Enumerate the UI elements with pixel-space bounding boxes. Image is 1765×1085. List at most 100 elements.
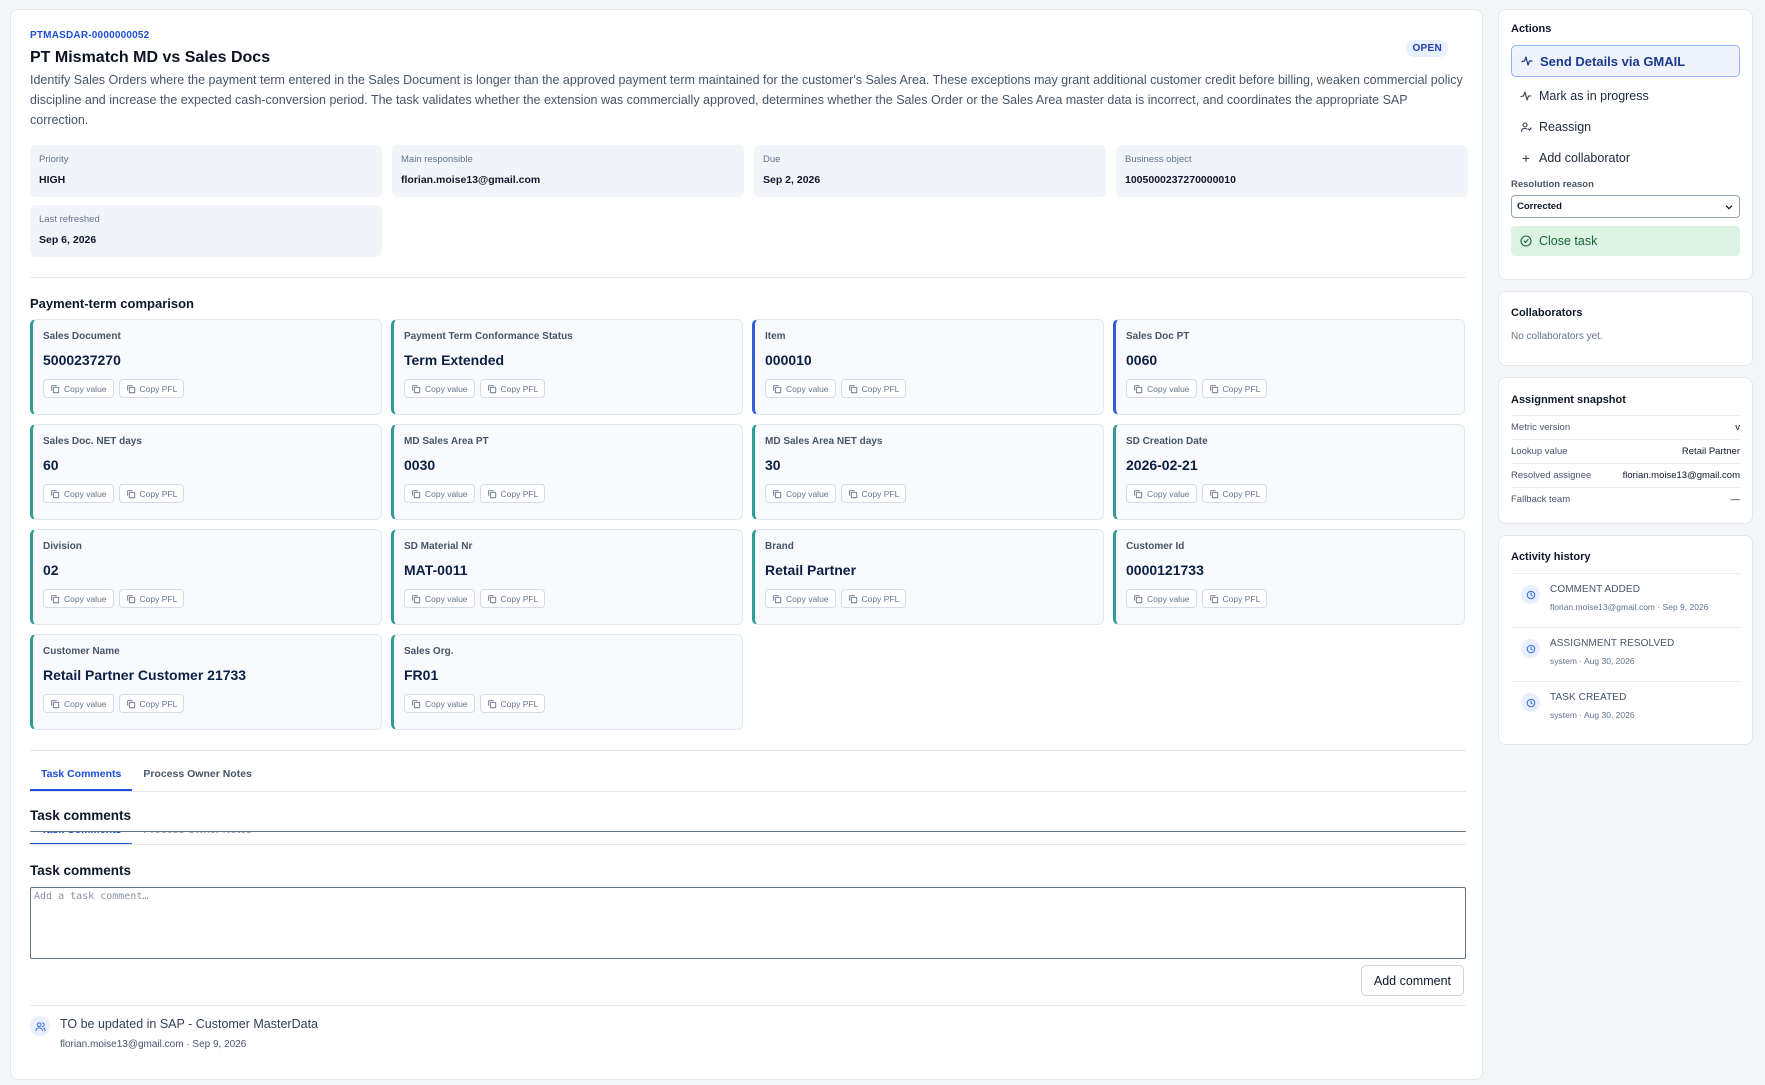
copy-pfl-label: Copy PFL — [1222, 593, 1261, 604]
copy-pfl-label: Copy PFL — [500, 593, 539, 604]
task-description: Identify Sales Orders where the payment … — [30, 73, 1463, 127]
tab-task-comments[interactable]: Task Comments — [30, 832, 133, 844]
comparison-card: Customer Name Retail Partner Customer 217… — [30, 634, 382, 730]
copy-icon — [50, 489, 60, 499]
task-id: PTMASDAR-0000000052 — [30, 30, 150, 41]
tab-process-owner-notes[interactable]: Process Owner Notes — [132, 832, 263, 844]
copy-pfl-label: Copy PFL — [861, 488, 900, 499]
copy-icon — [1133, 594, 1143, 604]
field-label: MD Sales Area NET days — [765, 436, 883, 447]
close-task-button[interactable]: Close task — [1511, 226, 1740, 256]
copy-pfl-label: Copy PFL — [500, 383, 539, 394]
add-comment-button[interactable]: Add comment — [1360, 965, 1464, 996]
copy-value-label: Copy value — [786, 488, 829, 499]
add-collaborator-button[interactable]: + Add collaborator — [1511, 142, 1740, 173]
users-icon — [30, 1016, 50, 1036]
copy-pfl-button[interactable]: Copy PFL — [840, 484, 907, 503]
copy-value-label: Copy value — [425, 593, 468, 604]
collaborators-card: Collaborators No collaborators yet. — [1498, 291, 1753, 366]
comment-input[interactable] — [30, 887, 1466, 959]
copy-pfl-label: Copy PFL — [139, 593, 178, 604]
copy-pfl-label: Copy PFL — [1222, 383, 1261, 394]
copy-pfl-button[interactable]: Copy PFL — [1201, 589, 1268, 608]
copy-icon — [126, 489, 136, 499]
copy-icon — [848, 489, 858, 499]
field-value: 02 — [43, 562, 59, 578]
copy-icon — [1133, 384, 1143, 394]
copy-icon — [50, 594, 60, 604]
meta-last-refreshed: Last refreshed Sep 6, 2026 — [30, 205, 382, 257]
comment-text: TO be updated in SAP - Customer MasterDa… — [60, 1017, 318, 1031]
copy-pfl-button[interactable]: Copy PFL — [479, 484, 546, 503]
copy-pfl-button[interactable]: Copy PFL — [479, 589, 546, 608]
field-label: Sales Doc PT — [1126, 331, 1190, 342]
field-label: Brand — [765, 541, 794, 552]
copy-icon — [1209, 489, 1219, 499]
clock-icon — [1521, 639, 1540, 658]
copy-value-button[interactable]: Copy value — [1126, 589, 1197, 608]
activity-meta: florian.moise13@gmail.com · Sep 9, 2026 — [1550, 602, 1709, 612]
tab-process-owner-notes[interactable]: Process Owner Notes — [132, 768, 263, 791]
resolution-reason-label: Resolution reason — [1511, 179, 1594, 190]
comparison-card: SD Creation Date 2026-02-21 Copy value Copy… — [1113, 424, 1465, 520]
copy-value-button[interactable]: Copy value — [765, 589, 836, 608]
meta-label: Priority — [39, 154, 69, 165]
copy-pfl-button[interactable]: Copy PFL — [118, 694, 185, 713]
copy-value-button[interactable]: Copy value — [43, 694, 114, 713]
copy-pfl-button[interactable]: Copy PFL — [479, 379, 546, 398]
copy-pfl-label: Copy PFL — [1222, 488, 1261, 499]
copy-value-button[interactable]: Copy value — [404, 694, 475, 713]
field-label: Payment Term Conformance Status — [404, 331, 573, 342]
copy-value-label: Copy value — [64, 698, 107, 709]
copy-value-button[interactable]: Copy value — [1126, 379, 1197, 398]
copy-value-button[interactable]: Copy value — [404, 484, 475, 503]
add-collaborator-label: Add collaborator — [1539, 150, 1631, 165]
copy-icon — [126, 699, 136, 709]
copy-value-button[interactable]: Copy value — [43, 379, 114, 398]
copy-value-button[interactable]: Copy value — [43, 589, 114, 608]
reassign-button[interactable]: Reassign — [1511, 111, 1740, 142]
resolution-reason-select[interactable]: Corrected — [1511, 195, 1740, 218]
snapshot-row: Fallback team — — [1511, 487, 1740, 511]
activity-title-text: TASK CREATED — [1550, 692, 1627, 703]
meta-value: Sep 6, 2026 — [39, 234, 97, 246]
copy-pfl-button[interactable]: Copy PFL — [1201, 484, 1268, 503]
copy-icon — [411, 699, 421, 709]
copy-pfl-button[interactable]: Copy PFL — [840, 379, 907, 398]
copy-value-label: Copy value — [425, 698, 468, 709]
copy-pfl-button[interactable]: Copy PFL — [840, 589, 907, 608]
mark-in-progress-button[interactable]: Mark as in progress — [1511, 80, 1740, 111]
comparison-title: Payment-term comparison — [30, 296, 194, 311]
comparison-card: Division 02 Copy value Copy PFL — [30, 529, 382, 625]
copy-value-button[interactable]: Copy value — [43, 484, 114, 503]
copy-pfl-button[interactable]: Copy PFL — [1201, 379, 1268, 398]
collaborators-empty: No collaborators yet. — [1511, 331, 1603, 342]
field-value: 000010 — [765, 352, 812, 368]
copy-value-button[interactable]: Copy value — [404, 589, 475, 608]
snapshot-label: Resolved assignee — [1511, 470, 1592, 481]
copy-icon — [1209, 594, 1219, 604]
copy-pfl-button[interactable]: Copy PFL — [118, 484, 185, 503]
field-value: FR01 — [404, 667, 439, 683]
copy-value-button[interactable]: Copy value — [765, 379, 836, 398]
copy-value-label: Copy value — [1147, 383, 1190, 394]
copy-pfl-button[interactable]: Copy PFL — [118, 589, 185, 608]
copy-value-label: Copy value — [1147, 593, 1190, 604]
copy-value-button[interactable]: Copy value — [404, 379, 475, 398]
comparison-grid: Sales Document 5000237270 Copy value Copy P… — [30, 319, 1465, 730]
copy-value-button[interactable]: Copy value — [765, 484, 836, 503]
copy-pfl-button[interactable]: Copy PFL — [479, 694, 546, 713]
field-value: 0030 — [404, 457, 436, 473]
meta-value: florian.moise13@gmail.com — [401, 174, 541, 186]
copy-icon — [126, 384, 136, 394]
copy-icon — [772, 489, 782, 499]
comparison-card: Sales Doc. NET days 60 Copy value Copy PFL — [30, 424, 382, 520]
copy-pfl-button[interactable]: Copy PFL — [118, 379, 185, 398]
activity-title-text: COMMENT ADDED — [1550, 584, 1641, 595]
page-title: PT Mismatch MD vs Sales Docs — [30, 49, 271, 66]
comments-scroll-region[interactable]: Task Comments Process Owner Notes — [30, 831, 1466, 845]
comparison-card: Brand Retail Partner Copy value Copy PFL — [752, 529, 1104, 625]
send-gmail-button[interactable]: Send Details via GMAIL — [1511, 45, 1740, 77]
copy-value-button[interactable]: Copy value — [1126, 484, 1197, 503]
tab-task-comments[interactable]: Task Comments — [30, 768, 133, 791]
